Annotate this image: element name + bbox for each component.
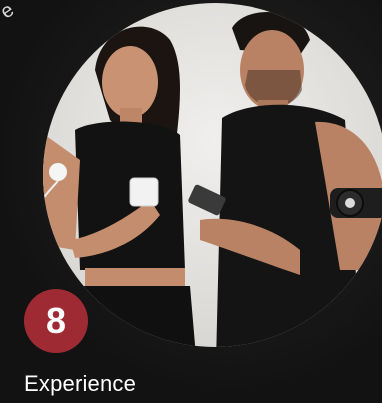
step-title: Experience <box>24 371 137 396</box>
step-number-badge: 8 <box>24 289 88 353</box>
step-card: e 8 Experience <box>0 0 382 403</box>
woman-phone <box>129 177 159 207</box>
sensor-patch-icon <box>49 163 67 181</box>
woman-face <box>102 46 158 118</box>
